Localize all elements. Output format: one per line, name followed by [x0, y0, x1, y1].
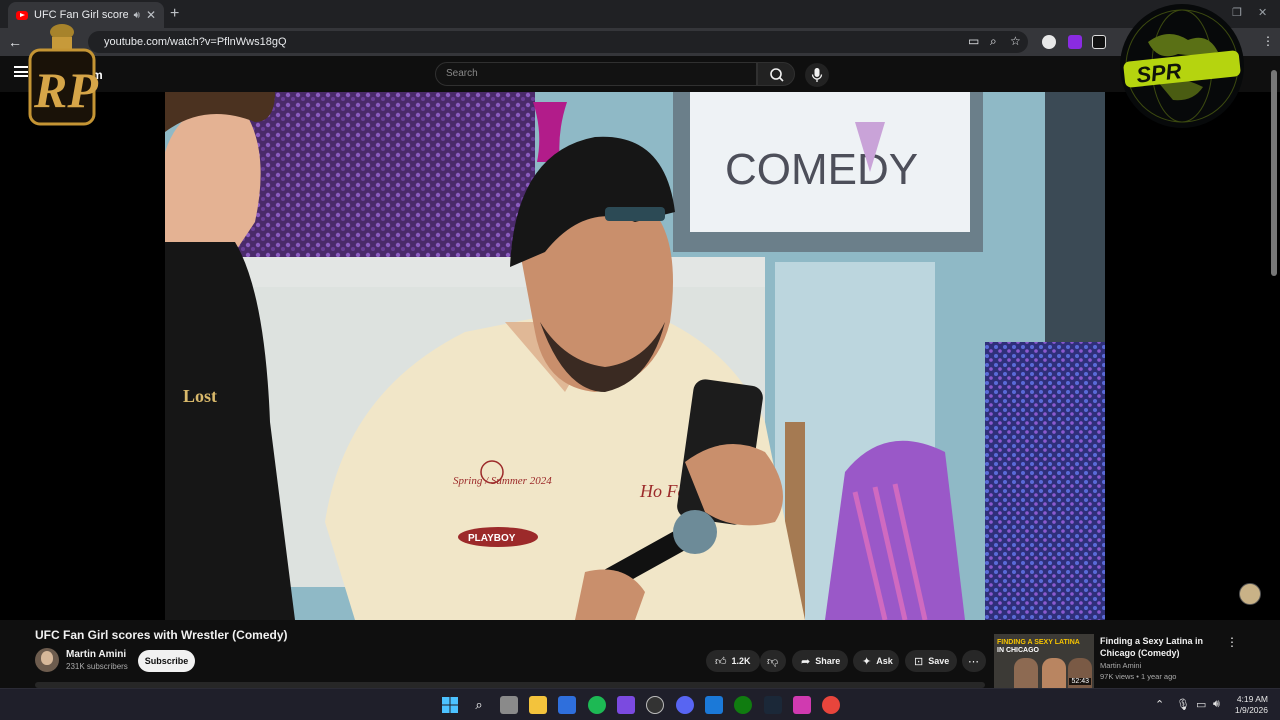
thumbs-up-icon: 👍︎	[715, 655, 727, 668]
recommended-video-meta: 97K views • 1 year ago	[1100, 672, 1177, 681]
tshirt-text: Lost	[183, 386, 217, 406]
sign-text: COMEDY	[725, 145, 918, 194]
extension-icon[interactable]	[1042, 35, 1056, 49]
windows-start-icon[interactable]	[441, 696, 459, 714]
windows-taskbar: ⌕ ⌃ 🎙︎ ▭ 🔊︎ 4:19 AM 1/9/2026	[0, 688, 1280, 720]
speaker-icon[interactable]: 🔊︎	[134, 10, 140, 21]
video-letterbox-left	[0, 92, 165, 620]
streamer-globe-logo: SPR	[1118, 2, 1246, 130]
ask-label: Ask	[876, 656, 893, 666]
new-tab-button[interactable]: +	[170, 5, 179, 23]
time-text: 4:19 AM	[1236, 694, 1268, 704]
cast-icon[interactable]: ▭	[968, 34, 979, 48]
subscriber-count: 231K subscribers	[66, 662, 128, 671]
xbox-icon[interactable]	[734, 696, 752, 714]
like-count: 1.2K	[731, 656, 751, 666]
app-icon[interactable]	[588, 696, 606, 714]
date-text: 1/9/2026	[1234, 705, 1268, 715]
page-scrollbar[interactable]	[1271, 70, 1277, 276]
thumbnail-text: FINDING A SEXY LATINA IN CHICAGO	[997, 639, 1080, 654]
more-actions-button[interactable]: ⋯	[962, 650, 986, 672]
microphone-tray-icon[interactable]: 🎙︎	[1176, 698, 1190, 711]
chrome-icon[interactable]	[822, 696, 840, 714]
app-icon[interactable]	[617, 696, 635, 714]
close-window-icon[interactable]: ✕	[1258, 6, 1267, 19]
volume-icon[interactable]: 🔊︎	[1213, 698, 1220, 711]
network-icon[interactable]: ▭	[1196, 698, 1206, 711]
obs-icon[interactable]	[646, 696, 664, 714]
app-icon[interactable]	[793, 696, 811, 714]
dislike-button[interactable]: 👎︎	[760, 650, 786, 672]
save-button[interactable]: ⊡ Save	[905, 650, 957, 672]
search-button[interactable]	[757, 62, 795, 86]
recommended-video-channel[interactable]: Martin Amini	[1100, 661, 1141, 670]
save-label: Save	[928, 656, 950, 666]
svg-text:RP: RP	[33, 62, 98, 118]
share-label: Share	[815, 656, 841, 666]
ask-button[interactable]: ✦ Ask	[853, 650, 899, 672]
search-input[interactable]: Search	[435, 62, 757, 86]
channel-avatar[interactable]	[35, 648, 59, 672]
like-button[interactable]: 👍︎ 1.2K	[706, 650, 760, 672]
store-icon[interactable]	[558, 696, 576, 714]
voice-search-button[interactable]	[805, 63, 829, 87]
mail-icon[interactable]	[705, 696, 723, 714]
tab-title: UFC Fan Girl scores with W	[34, 9, 128, 21]
back-arrow-icon[interactable]: ←	[8, 34, 22, 50]
shirt-brand-text: PLAYBOY	[468, 533, 516, 544]
video-title: UFC Fan Girl scores with Wrestler (Comed…	[35, 628, 288, 642]
bookmark-star-icon[interactable]: ☆	[1010, 34, 1021, 48]
search-taskbar-icon[interactable]: ⌕	[470, 696, 488, 714]
more-horizontal-icon: ⋯	[968, 655, 979, 668]
thumbnail-person	[1042, 658, 1066, 688]
floating-avatar[interactable]	[1239, 583, 1261, 605]
browser-address-bar: ← youtube.com/watch?v=PflnWws18gQ ▭ ⌕ ☆ …	[0, 28, 1280, 56]
recommended-video-title[interactable]: Finding a Sexy Latina in Chicago (Comedy…	[1100, 635, 1220, 659]
search-icon	[770, 68, 784, 82]
svg-text:SPR: SPR	[1135, 58, 1183, 88]
thumbnail-person	[1014, 658, 1038, 688]
url-input[interactable]: youtube.com/watch?v=PflnWws18gQ	[88, 31, 1028, 53]
video-player[interactable]: COMEDY Lost Spring / Summer 2024 PLAYBOY…	[165, 92, 1105, 620]
task-view-icon[interactable]	[500, 696, 518, 714]
video-frame: COMEDY Lost Spring / Summer 2024 PLAYBOY…	[165, 92, 1105, 620]
video-info-section: UFC Fan Girl scores with Wrestler (Comed…	[0, 620, 1280, 688]
streamer-rp-logo: RP	[22, 22, 102, 128]
steam-icon[interactable]	[764, 696, 782, 714]
taskbar-clock[interactable]: 4:19 AM 1/9/2026	[1230, 694, 1268, 716]
extension-icon[interactable]	[1092, 35, 1106, 49]
browser-tab-bar: UFC Fan Girl scores with W 🔊︎ ✕ + ❐ ✕	[0, 0, 1280, 28]
chevron-up-icon[interactable]: ⌃	[1155, 698, 1164, 711]
discord-icon[interactable]	[676, 696, 694, 714]
sparkle-icon: ✦	[862, 655, 872, 668]
extension-icon[interactable]	[1068, 35, 1082, 49]
more-menu-icon[interactable]: ⋮	[1262, 34, 1274, 48]
channel-name[interactable]: Martin Amini	[66, 649, 126, 660]
close-tab-icon[interactable]: ✕	[146, 8, 156, 22]
subscribe-button[interactable]: Subscribe	[138, 650, 195, 672]
file-explorer-icon[interactable]	[529, 696, 547, 714]
zoom-icon[interactable]: ⌕	[990, 34, 997, 49]
youtube-favicon-icon	[16, 10, 28, 20]
thumbs-down-icon: 👎︎	[767, 655, 779, 668]
video-duration: 52:43	[1069, 678, 1091, 685]
bookmark-icon: ⊡	[914, 655, 924, 668]
microphone-icon	[811, 68, 823, 82]
recommended-video-thumbnail[interactable]: FINDING A SEXY LATINA IN CHICAGO 52:43	[994, 634, 1094, 688]
share-button[interactable]: ➦ Share	[792, 650, 848, 672]
youtube-header: m Search	[0, 56, 1280, 92]
video-letterbox-right	[1105, 92, 1280, 620]
share-icon: ➦	[801, 655, 811, 668]
more-vertical-icon[interactable]: ⋮	[1226, 635, 1238, 649]
